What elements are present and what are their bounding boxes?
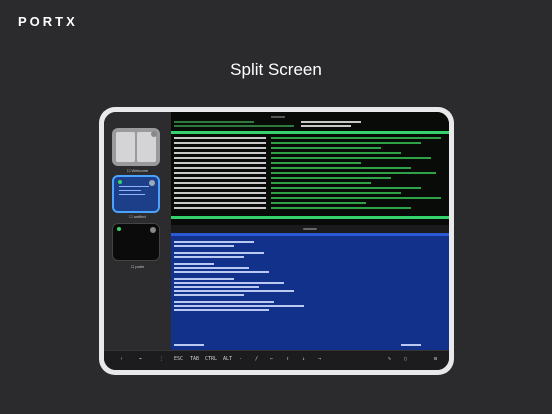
process-row	[174, 162, 266, 164]
editor-status-mode	[174, 344, 204, 346]
arrow-down-key[interactable]: ↓	[302, 356, 305, 362]
session-thumbnail-portx[interactable]	[112, 223, 160, 261]
thumb-text-line	[119, 190, 141, 191]
session-thumbnail-unified[interactable]	[112, 175, 160, 213]
status-dot-icon	[117, 227, 121, 231]
process-row	[174, 207, 266, 209]
editor-line	[174, 267, 249, 269]
terminal-line	[301, 121, 361, 123]
alt-key[interactable]: ALT	[223, 356, 232, 362]
process-row	[271, 147, 381, 149]
process-row	[174, 202, 266, 204]
slash-key[interactable]: /	[255, 356, 258, 362]
process-row	[174, 137, 266, 139]
process-row	[174, 192, 266, 194]
editor-tabbar	[171, 233, 449, 236]
process-row	[271, 162, 361, 164]
drag-handle[interactable]	[303, 228, 317, 230]
process-row	[271, 142, 421, 144]
editor-line	[174, 256, 244, 258]
terminal-line	[174, 125, 294, 127]
arrow-left-key[interactable]: ←	[270, 356, 273, 362]
editor-line	[174, 301, 274, 303]
back-key[interactable]: ‹	[120, 356, 123, 362]
process-row	[271, 187, 421, 189]
process-row	[174, 177, 266, 179]
terminal-pane-bottom[interactable]	[171, 233, 449, 350]
process-row	[271, 207, 411, 209]
process-row	[271, 152, 401, 154]
esc-key[interactable]: ESC	[174, 356, 183, 362]
terminal-line	[301, 125, 351, 127]
process-row	[174, 157, 266, 159]
editor-line	[174, 252, 264, 254]
process-row	[271, 197, 441, 199]
process-row	[174, 147, 266, 149]
close-dot-icon[interactable]	[149, 180, 155, 186]
thumb-text-line	[119, 194, 145, 195]
process-row	[271, 202, 366, 204]
terminal-title	[271, 116, 285, 118]
editor-line	[174, 282, 284, 284]
process-row	[271, 192, 401, 194]
close-dot-icon[interactable]	[151, 131, 157, 137]
gesture-key[interactable]: ⌁	[139, 356, 142, 362]
editor-line	[174, 263, 214, 265]
process-row	[271, 172, 436, 174]
function-key-bar	[171, 216, 449, 219]
session-thumbnail-welcome[interactable]	[112, 128, 160, 166]
thumb-text-line	[119, 186, 149, 187]
ctrl-key[interactable]: CTRL	[205, 356, 217, 362]
more-key[interactable]: ⋮	[159, 356, 164, 362]
ipad-screen: ☐ Welcome ☐ unified ☐ portx ‹ ⌁ ⋮ ESC TA…	[104, 112, 449, 370]
process-row	[174, 142, 266, 144]
terminal-pane-top[interactable]	[171, 112, 449, 225]
pen-icon[interactable]: ✎	[388, 356, 391, 362]
editor-line	[174, 245, 234, 247]
editor-line	[174, 294, 244, 296]
arrow-right-key[interactable]: →	[318, 356, 321, 362]
process-row	[271, 182, 371, 184]
welcome-pane-left	[116, 132, 135, 162]
session-label-welcome: ☐ Welcome	[126, 168, 149, 173]
ipad-device-frame: ☐ Welcome ☐ unified ☐ portx ‹ ⌁ ⋮ ESC TA…	[99, 107, 454, 375]
process-row	[271, 157, 431, 159]
process-row	[271, 137, 441, 139]
tab-key[interactable]: TAB	[190, 356, 199, 362]
keyboard-toggle-icon[interactable]: ⊟	[434, 356, 437, 362]
session-label-unified: ☐ unified	[129, 214, 146, 219]
process-row	[174, 182, 266, 184]
editor-line	[174, 271, 269, 273]
editor-line	[174, 309, 269, 311]
terminal-line	[174, 121, 254, 123]
arrow-up-key[interactable]: ↑	[286, 356, 289, 362]
process-row	[174, 197, 266, 199]
process-row	[174, 152, 266, 154]
editor-line	[174, 278, 234, 280]
process-row	[271, 177, 391, 179]
dash-key[interactable]: -	[239, 356, 242, 362]
editor-line	[174, 286, 259, 288]
editor-status-position	[401, 344, 421, 346]
session-label-portx: ☐ portx	[130, 264, 145, 269]
process-row	[174, 172, 266, 174]
process-row	[174, 167, 266, 169]
status-dot-icon	[118, 180, 122, 184]
extra-keys-bar: ‹ ⌁ ⋮ ESC TAB CTRL ALT - / ← ↑ ↓ → ✎ ▢ ⊟	[104, 350, 449, 370]
split-divider[interactable]	[171, 225, 449, 233]
process-table-header	[171, 131, 449, 134]
editor-line	[174, 241, 254, 243]
session-sidebar: ☐ Welcome ☐ unified ☐ portx	[104, 112, 171, 370]
page-headline: Split Screen	[230, 60, 322, 79]
process-row	[174, 187, 266, 189]
editor-line	[174, 305, 304, 307]
close-dot-icon[interactable]	[150, 227, 156, 233]
process-row	[271, 167, 411, 169]
editor-line	[174, 290, 294, 292]
portx-logo: PORTX	[18, 14, 78, 29]
snippet-icon[interactable]: ▢	[404, 356, 407, 362]
